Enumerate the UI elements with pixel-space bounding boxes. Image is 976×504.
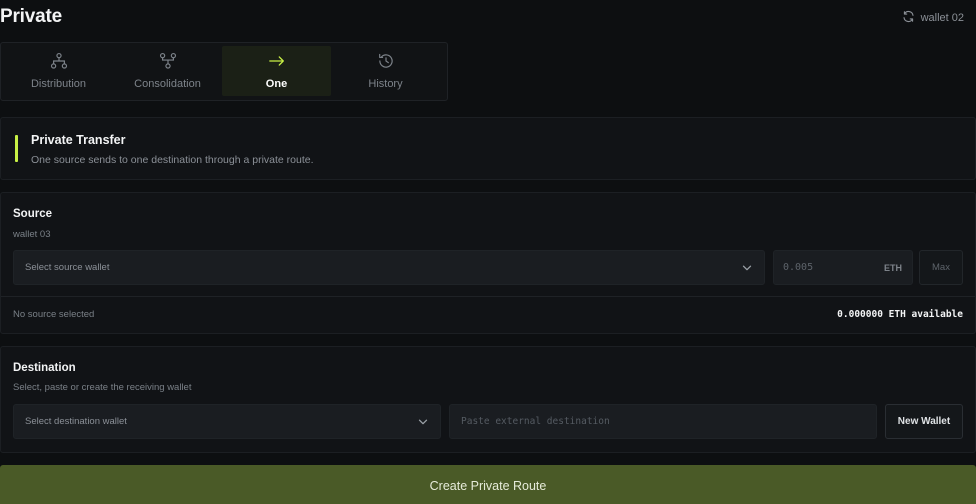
tab-distribution-label: Distribution — [30, 78, 87, 90]
source-select-placeholder: Select source wallet — [25, 262, 110, 273]
source-wallet-select[interactable]: Select source wallet — [13, 250, 765, 285]
active-wallet-indicator[interactable]: wallet 02 — [902, 10, 964, 26]
destination-wallet-select[interactable]: Select destination wallet — [13, 404, 441, 439]
divider — [1, 296, 975, 297]
chevron-down-icon — [742, 264, 752, 272]
source-section: Source wallet 03 Select source wallet ET… — [0, 192, 976, 334]
amount-field[interactable]: ETH — [773, 250, 913, 285]
consolidation-icon — [159, 52, 177, 73]
amount-input[interactable] — [783, 262, 873, 273]
destination-section: Destination Select, paste or create the … — [0, 346, 976, 453]
private-transfer-info: Private Transfer One source sends to one… — [0, 117, 976, 180]
source-subtitle: wallet 03 — [13, 229, 51, 240]
max-button[interactable]: Max — [919, 250, 963, 285]
refresh-icon — [902, 10, 915, 26]
new-wallet-button[interactable]: New Wallet — [885, 404, 963, 439]
destination-select-placeholder: Select destination wallet — [25, 416, 127, 427]
tab-consolidation[interactable]: Consolidation — [113, 46, 222, 96]
accent-bar — [15, 135, 18, 162]
page-title: Private — [0, 6, 62, 27]
external-destination-input[interactable] — [450, 405, 876, 438]
active-wallet-label: wallet 02 — [920, 12, 964, 24]
source-status: No source selected — [13, 309, 95, 320]
tab-one[interactable]: One — [222, 46, 331, 96]
available-balance: 0.000000 ETH available — [837, 309, 963, 320]
create-private-route-button[interactable]: Create Private Route — [0, 465, 976, 504]
source-title: Source — [13, 208, 52, 220]
tab-distribution[interactable]: Distribution — [4, 46, 113, 96]
info-title: Private Transfer — [31, 133, 126, 147]
tab-consolidation-label: Consolidation — [134, 78, 201, 90]
tab-one-label: One — [265, 78, 288, 90]
tab-history[interactable]: History — [331, 46, 440, 96]
info-description: One source sends to one destination thro… — [31, 154, 314, 166]
mode-tabs: Distribution Consolidation One History — [0, 42, 448, 101]
history-icon — [377, 52, 395, 73]
destination-title: Destination — [13, 362, 76, 374]
chevron-down-icon — [418, 418, 428, 426]
amount-unit: ETH — [884, 262, 902, 273]
arrow-right-icon — [268, 52, 286, 73]
destination-subtitle: Select, paste or create the receiving wa… — [13, 382, 192, 393]
distribution-icon — [50, 52, 68, 73]
external-destination-field[interactable] — [449, 404, 877, 439]
tab-history-label: History — [368, 78, 403, 90]
